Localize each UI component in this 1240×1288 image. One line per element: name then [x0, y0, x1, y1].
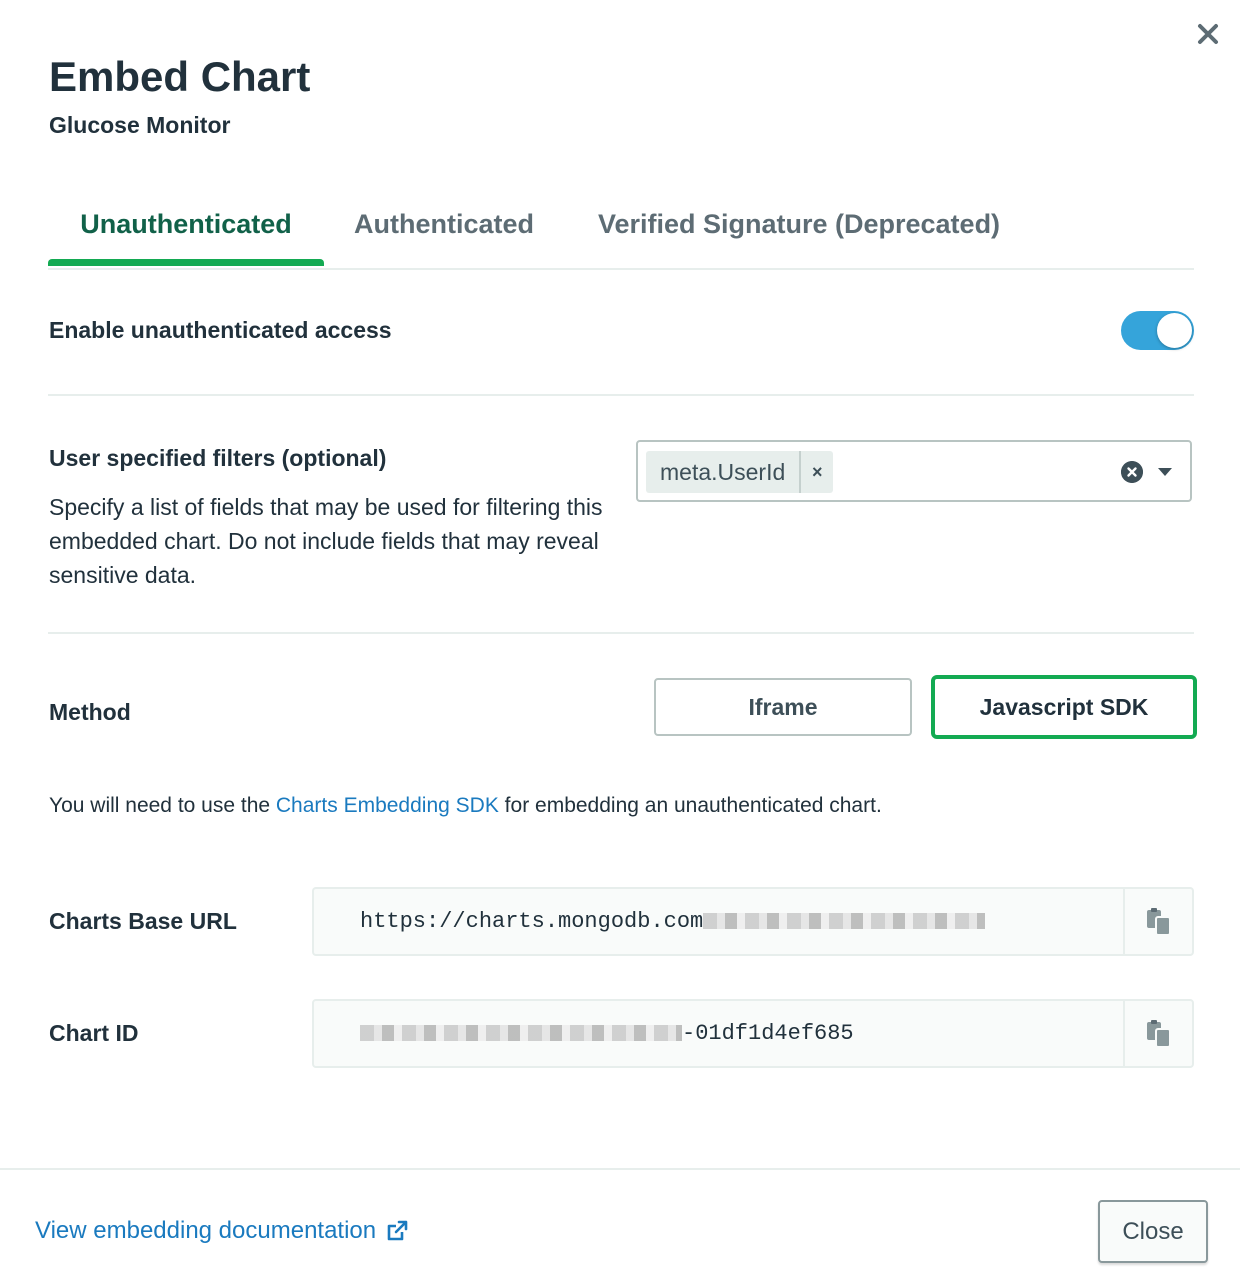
method-label: Method — [49, 699, 131, 725]
copy-chart-id-button[interactable] — [1123, 1001, 1192, 1066]
divider — [48, 394, 1194, 396]
filter-chip: meta.UserId × — [646, 451, 834, 493]
info-prefix: You will need to use the — [49, 794, 276, 817]
divider — [48, 632, 1194, 634]
charts-embedding-sdk-link[interactable]: Charts Embedding SDK — [276, 794, 499, 817]
chart-id-label: Chart ID — [49, 1020, 139, 1046]
base-url-label: Charts Base URL — [49, 908, 237, 934]
tab-unauthenticated[interactable]: Unauthenticated — [48, 196, 324, 266]
copy-icon — [1146, 1019, 1171, 1048]
info-suffix: for embedding an unauthenticated chart. — [498, 794, 882, 817]
redacted-text — [703, 913, 986, 930]
filters-description: Specify a list of fields that may be use… — [49, 494, 603, 588]
clear-icon[interactable] — [1121, 461, 1143, 483]
chart-id-value: -01df1d4ef685 — [360, 1001, 1120, 1066]
unauthenticated-access-toggle[interactable] — [1121, 311, 1194, 350]
embedding-docs-link[interactable]: View embedding documentation — [35, 1215, 410, 1247]
chart-name: Glucose Monitor — [49, 112, 231, 138]
sdk-info-text: You will need to use the Charts Embeddin… — [49, 791, 882, 821]
base-url-field: https://charts.mongodb.com — [312, 887, 1194, 956]
doc-link-label: View embedding documentation — [35, 1217, 377, 1244]
dialog-title: Embed Chart — [49, 53, 311, 100]
copy-icon — [1146, 907, 1171, 936]
filter-chip-label: meta.UserId — [660, 459, 786, 485]
toggle-knob — [1157, 313, 1192, 348]
tab-bar: Unauthenticated Authenticated Verified S… — [48, 196, 1194, 270]
footer-divider — [0, 1168, 1240, 1170]
tab-verified-signature[interactable]: Verified Signature (Deprecated) — [584, 196, 1014, 266]
external-link-icon — [387, 1220, 408, 1241]
base-url-value: https://charts.mongodb.com — [360, 889, 1120, 954]
chart-id-text: -01df1d4ef685 — [682, 1021, 854, 1046]
chart-id-field: -01df1d4ef685 — [312, 999, 1194, 1068]
close-button[interactable]: Close — [1098, 1200, 1208, 1263]
dropdown-caret-icon[interactable] — [1158, 468, 1172, 476]
filters-label: User specified filters (optional) — [49, 445, 387, 471]
filters-select[interactable]: meta.UserId × — [636, 440, 1192, 502]
unauthenticated-access-label: Enable unauthenticated access — [49, 317, 392, 343]
javascript-sdk-method-button[interactable]: Javascript SDK — [931, 675, 1197, 739]
copy-base-url-button[interactable] — [1123, 889, 1192, 954]
close-icon[interactable] — [1194, 20, 1222, 48]
iframe-method-button[interactable]: Iframe — [654, 678, 912, 736]
base-url-text: https://charts.mongodb.com — [360, 909, 704, 934]
redacted-text — [360, 1025, 682, 1042]
tab-authenticated[interactable]: Authenticated — [344, 196, 544, 266]
chip-remove-icon[interactable]: × — [799, 451, 833, 493]
